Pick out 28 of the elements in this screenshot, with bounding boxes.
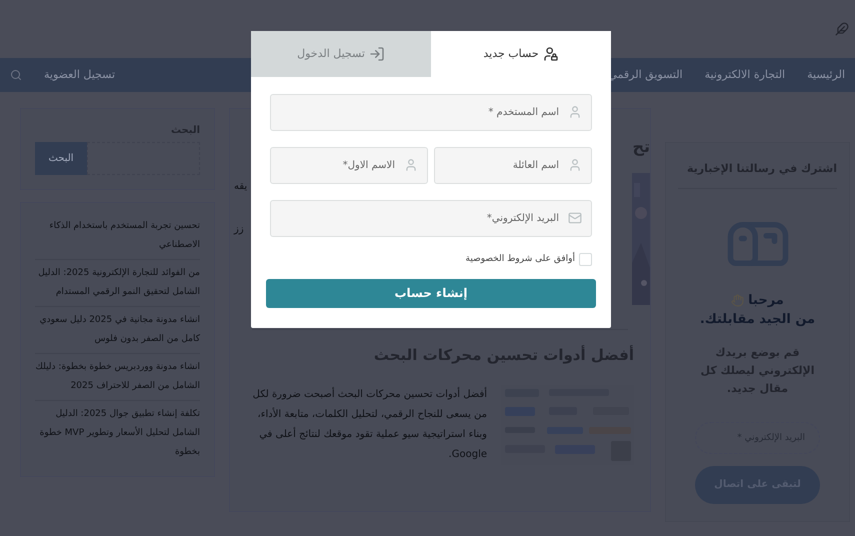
checkbox[interactable]: [579, 253, 592, 266]
login-icon: [368, 46, 385, 62]
nav-link[interactable]: تسجيل العضوية: [44, 66, 116, 84]
post-link[interactable]: انشاء مدونة ووردبريس خطوة بخطوة: دليلك الشامل من الصفر للاحتراف 2025: [35, 354, 200, 401]
checkbox-label: أوافق على شروط الخصوصية: [466, 253, 575, 266]
post-link[interactable]: من الفوائد للتجارة الإلكترونية 2025: الدليل الشامل لتحقيق النمو الرقمي المستدام: [35, 260, 200, 307]
logo-icon[interactable]: [835, 22, 849, 36]
search-button[interactable]: البحث: [35, 142, 87, 175]
user-icon: [568, 158, 582, 172]
user-icon: [404, 158, 418, 172]
tab[interactable]: تسجيل الدخول: [251, 31, 431, 77]
text-fragment: يقه: [234, 180, 248, 194]
input-field[interactable]: اسم العائلة: [434, 147, 592, 184]
nav-link[interactable]: الرئيسية: [807, 66, 845, 84]
article-text: أفضل أدوات تحسين محركات البحث أصبحت ضرورة لكل من يسعى للنجاح الرقمي، لتحليل الكلمات، متابعة الأداء، وبناء استراتيجية سيو عملية تقود موقعك لنتائج أعلى في Google.: [252, 386, 487, 462]
post-link[interactable]: تكلفة إنشاء تطبيق جوال 2025: الدليل الشامل لتحليل الأسعار وتطوير MVP خطوة بخطوة: [35, 401, 200, 466]
input-field[interactable]: الاسم الاول*: [270, 147, 428, 184]
text-fragment: زز: [234, 223, 245, 237]
input-field[interactable]: البريد الإلكتروني*: [270, 200, 592, 237]
user-lock-icon: [542, 46, 559, 62]
search-icon[interactable]: [10, 69, 22, 81]
post-link[interactable]: انشاء مدونة مجانية في 2025 دليل سعودي كامل من الصفر بدون فلوس: [35, 307, 200, 354]
nav-link[interactable]: التجارة الالكترونية: [704, 66, 786, 84]
input-field[interactable]: اسم المستخدم *: [270, 94, 592, 131]
create-account-button[interactable]: إنشاء حساب: [266, 278, 596, 308]
mail-icon: [568, 211, 582, 225]
post-link[interactable]: تحسين تجربة المستخدم باستخدام الذكاء الاصطناعي: [35, 213, 200, 260]
user-icon: [568, 105, 582, 119]
